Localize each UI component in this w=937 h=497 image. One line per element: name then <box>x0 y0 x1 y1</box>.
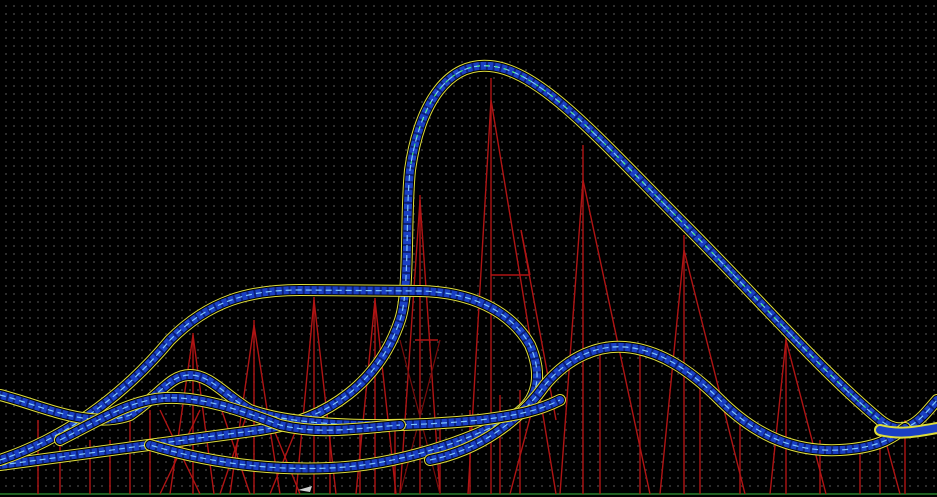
pointer-icon <box>298 486 312 492</box>
track-overbank-hill[interactable] <box>0 284 544 475</box>
track-editor-viewport[interactable] <box>0 0 937 497</box>
track-elevation-canvas[interactable] <box>0 0 937 497</box>
coaster-track[interactable] <box>0 59 937 475</box>
track-far-right-exit[interactable] <box>874 422 937 439</box>
track-small-hill-left[interactable] <box>0 369 566 432</box>
track-camelback-right[interactable] <box>424 340 911 466</box>
